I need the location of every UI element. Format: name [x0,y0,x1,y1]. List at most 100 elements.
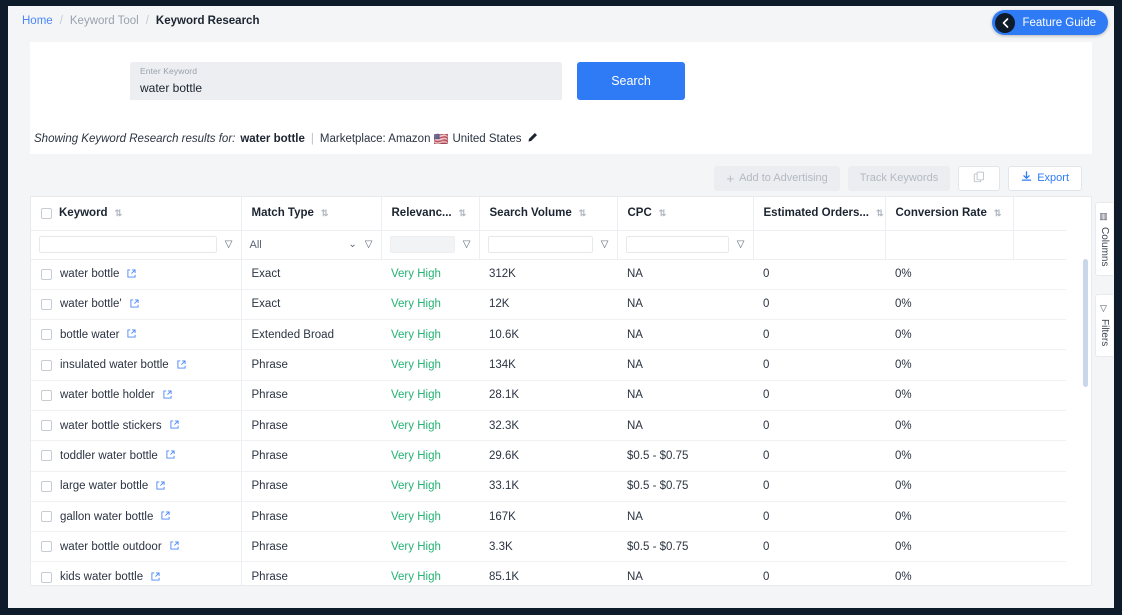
search-button[interactable]: Search [577,62,685,100]
search-panel: Enter Keyword water bottle Search [30,42,1092,124]
copy-button[interactable] [958,165,1001,191]
row-checkbox[interactable] [41,571,52,583]
table-row[interactable]: water bottle Exact Very High 312K NA 0 0% [31,259,1066,290]
column-header-match-type-label: Match Type [251,207,314,220]
cell-conversion-rate: 0% [885,349,1013,381]
cell-trailing [1013,440,1066,472]
breadcrumb-home[interactable]: Home [22,15,53,27]
sort-icon[interactable]: ⇅ [115,208,123,218]
external-link-icon[interactable] [127,329,137,340]
cell-relevance: Very High [381,410,479,442]
search-input[interactable]: water bottle [140,81,552,95]
cell-search-volume: 312K [479,259,617,290]
row-checkbox[interactable] [41,420,52,432]
cell-cpc: NA [617,561,753,585]
row-checkbox[interactable] [41,389,52,401]
cell-cpc: NA [617,289,753,321]
chevron-down-icon[interactable]: ⌄ [348,239,356,250]
column-header-match-type[interactable]: Match Type ⇅ [241,197,382,231]
column-header-search-volume[interactable]: Search Volume ⇅ [479,197,618,231]
breadcrumb-keyword-tool[interactable]: Keyword Tool [70,15,139,27]
keyword-input-wrapper[interactable]: Enter Keyword water bottle [130,62,562,100]
column-header-conversion-rate[interactable]: Conversion Rate ⇅ [885,197,1014,231]
row-checkbox[interactable] [41,298,52,310]
columns-tab-label: Columns [1099,227,1110,267]
external-link-icon[interactable] [151,572,160,583]
row-checkbox[interactable] [41,329,52,341]
table-row[interactable]: large water bottle Phrase Very High 33.1K $0… [31,471,1066,502]
table-row[interactable]: insulated water bottle Phrase Very High 134… [31,349,1066,381]
cell-keyword: large water bottle [31,471,242,502]
column-header-estimated-orders[interactable]: Estimated Orders... ⇅ [753,197,886,231]
cell-trailing [1013,561,1066,585]
cell-estimated-orders: 0 [753,440,885,472]
external-link-icon[interactable] [163,390,172,401]
external-link-icon[interactable] [170,541,179,552]
filter-icon[interactable]: ▽ [601,239,609,250]
external-link-icon[interactable] [130,299,139,310]
filter-icon[interactable]: ▽ [365,239,373,250]
column-header-keyword[interactable]: Keyword ⇅ [31,197,242,231]
row-checkbox[interactable] [41,268,52,280]
sort-icon[interactable]: ⇅ [579,208,587,218]
column-header-estimated-orders-label: Estimated Orders... [763,207,869,220]
table-row[interactable]: kids water bottle Phrase Very High 85.1K NA 0… [31,561,1066,585]
row-checkbox[interactable] [41,359,52,371]
row-checkbox[interactable] [41,511,52,523]
row-checkbox[interactable] [41,541,52,553]
row-checkbox[interactable] [41,450,52,462]
table-scrollbar[interactable] [1083,199,1088,585]
column-header-relevance[interactable]: Relevanc... ⇅ [381,197,480,231]
table-row[interactable]: water bottle holder Phrase Very High 28.1K N… [31,380,1066,411]
cell-cpc: $0.5 - $0.75 [617,531,753,563]
filter-icon[interactable]: ▽ [225,239,233,250]
filters-tab[interactable]: ▽ Filters [1095,294,1113,357]
cell-match-type: Phrase [241,380,381,411]
table-row[interactable]: toddler water bottle Phrase Very High 29.6K… [31,440,1066,472]
pencil-icon[interactable] [527,132,538,146]
results-summary-separator: | [310,133,314,145]
feature-guide-button[interactable]: Feature Guide [992,10,1108,35]
sort-icon[interactable]: ⇅ [321,208,329,218]
scrollbar-thumb[interactable] [1083,259,1088,387]
keyword-text: water bottle stickers [60,419,162,432]
external-link-icon[interactable] [166,450,175,461]
table-row[interactable]: gallon water bottle Phrase Very High 167K NA… [31,501,1066,533]
add-to-advertising-button[interactable]: + Add to Advertising [714,165,840,191]
filter-icon[interactable]: ▽ [737,239,745,250]
table-row[interactable]: water bottle' Exact Very High 12K NA 0 0% [31,289,1066,321]
external-link-icon[interactable] [170,420,179,431]
cell-keyword: water bottle stickers [31,410,242,442]
sort-icon[interactable]: ⇅ [876,208,884,218]
table-row[interactable]: bottle water Extended Broad Very High 10.6K… [31,319,1066,351]
filter-select-match-type[interactable]: All ⌄ [250,239,357,251]
filter-input-cpc[interactable] [625,236,729,253]
external-link-icon[interactable] [127,269,137,280]
filter-input-search-volume[interactable] [487,236,593,253]
cell-trailing [1013,531,1066,563]
external-link-icon[interactable] [156,481,165,492]
table-row[interactable]: water bottle outdoor Phrase Very High 3.3K $… [31,531,1066,563]
export-button[interactable]: Export [1008,165,1082,191]
select-all-checkbox[interactable] [41,207,52,219]
sort-icon[interactable]: ⇅ [994,208,1002,218]
filter-icon[interactable]: ▽ [463,239,471,250]
sort-icon[interactable]: ⇅ [659,208,667,218]
filter-input-keyword[interactable] [39,236,217,253]
external-link-icon[interactable] [177,359,186,371]
cell-match-type: Extended Broad [241,319,381,351]
cell-estimated-orders: 0 [753,380,885,411]
external-link-icon[interactable] [161,511,170,522]
table-row[interactable]: water bottle stickers Phrase Very High 32.3… [31,410,1066,442]
track-keywords-button[interactable]: Track Keywords [847,165,951,191]
cell-trailing [1013,289,1066,321]
sort-icon[interactable]: ⇅ [459,208,467,218]
filter-input-relevance[interactable] [389,236,455,253]
columns-tab[interactable]: ▥ Columns [1095,202,1113,277]
cell-keyword: water bottle outdoor [31,531,242,563]
plus-icon: + [726,170,735,186]
cell-relevance: Very High [381,289,479,321]
filter-cell-estimated-orders [753,230,886,260]
column-header-cpc[interactable]: CPC ⇅ [617,197,754,231]
row-checkbox[interactable] [41,480,52,492]
